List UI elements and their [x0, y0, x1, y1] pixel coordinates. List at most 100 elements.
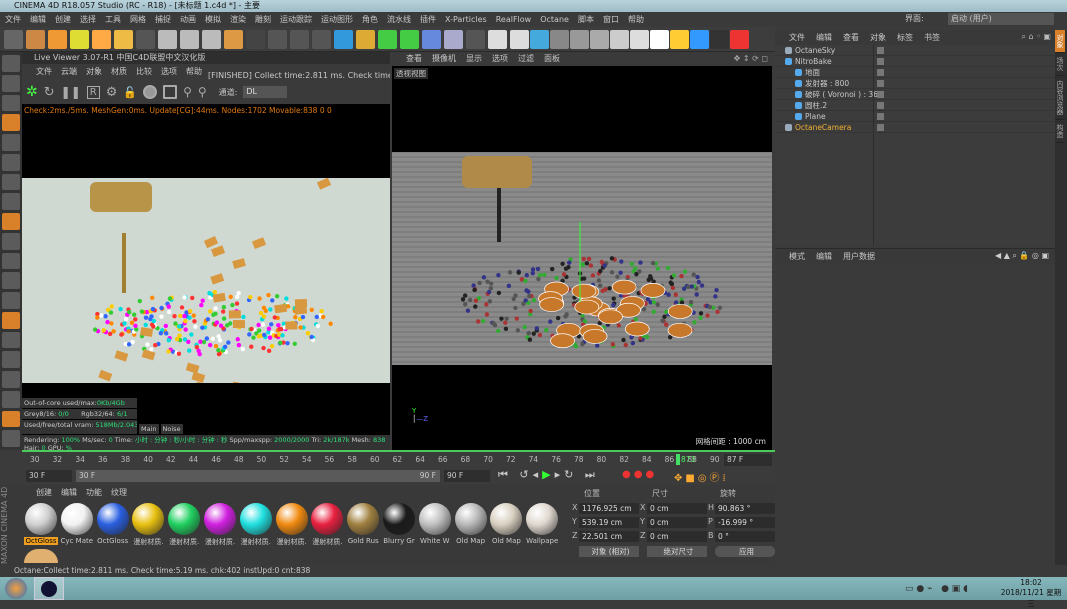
size-y-field[interactable]: 0 cm	[647, 517, 707, 528]
om-menu-item-0[interactable]: 文件	[789, 30, 805, 45]
mode-tool-button[interactable]	[2, 351, 20, 368]
clock-date[interactable]: 2018/11/21 星期三	[1000, 587, 1062, 609]
mode-tool-button[interactable]	[2, 232, 20, 250]
lv-menu-item-6[interactable]: 帮助	[186, 64, 202, 80]
apply-button[interactable]: 应用	[715, 546, 775, 557]
lv-menu-item-1[interactable]: 云端	[61, 64, 77, 80]
menu-item-14[interactable]: 流水线	[387, 12, 411, 27]
material-swatch[interactable]: 漫射材质.	[310, 502, 344, 547]
size-z-field[interactable]: 0 cm	[647, 531, 707, 542]
toolbar-button[interactable]	[202, 30, 221, 49]
material-swatch[interactable]: Cyc Mate	[60, 502, 94, 545]
object-row[interactable]: NitroBake	[775, 56, 1055, 67]
noise-button[interactable]: Noise	[160, 424, 183, 434]
viewport-menu-item-4[interactable]: 过滤	[518, 52, 534, 66]
mode-tool-button[interactable]	[2, 311, 20, 329]
start-render-icon[interactable]: ✲	[26, 84, 38, 100]
mode-tool-button[interactable]	[2, 153, 20, 171]
viewport-menu-item-2[interactable]: 显示	[466, 52, 482, 66]
pause-icon[interactable]: ❚❚	[61, 85, 81, 99]
position-x-field[interactable]: 1176.925 cm	[579, 503, 639, 514]
menu-item-9[interactable]: 渲染	[230, 12, 246, 27]
lv-menu-item-2[interactable]: 对象	[86, 64, 102, 80]
menu-item-0[interactable]: 文件	[5, 12, 21, 27]
timeline-ruler[interactable]: 30 32 34 36 38 40 42 44 46 48 50 52 54 56 58 60 62 64 66 68…	[22, 450, 775, 467]
material-icon[interactable]	[143, 85, 158, 99]
region-icon[interactable]: R	[86, 85, 100, 99]
search-icon[interactable]: ⌕ ⌂ ◦ ▣	[1022, 32, 1051, 42]
mode-tool-button[interactable]	[2, 114, 20, 131]
mode-tool-button[interactable]	[2, 390, 20, 408]
clock-time[interactable]: 18:02	[1000, 578, 1062, 587]
menu-item-12[interactable]: 运动图形	[321, 12, 353, 27]
menu-item-20[interactable]: 窗口	[603, 12, 619, 27]
end-frame-field[interactable]: 90 F	[444, 470, 490, 482]
attr-menu-item-0[interactable]: 模式	[789, 249, 805, 264]
toolbar-button[interactable]	[378, 30, 397, 49]
material-swatch[interactable]	[24, 549, 58, 563]
mode-tool-button[interactable]	[2, 252, 20, 270]
side-tab-0[interactable]: 对象	[1055, 30, 1065, 53]
toolbar-button[interactable]	[136, 30, 155, 49]
toolbar-button[interactable]	[114, 30, 133, 49]
mode-tool-button[interactable]	[2, 55, 20, 72]
object-row[interactable]: 破碎 ( Voronoi ) : 36	[775, 89, 1055, 100]
toolbar-button[interactable]	[180, 30, 199, 49]
material-swatch[interactable]: Old Map	[454, 502, 488, 545]
current-frame-field[interactable]: 87 F	[724, 454, 772, 466]
mode-tool-button[interactable]	[2, 173, 20, 191]
object-row[interactable]: 圆柱.2	[775, 100, 1055, 111]
menu-item-18[interactable]: Octane	[540, 12, 569, 27]
om-menu-item-5[interactable]: 书签	[924, 30, 940, 45]
main-button[interactable]: Main	[139, 424, 159, 434]
menu-item-16[interactable]: X-Particles	[445, 12, 487, 27]
toolbar-button[interactable]	[4, 30, 23, 49]
taskbar-cinema4d[interactable]	[34, 577, 64, 600]
tray-icons[interactable]: ▭ ● ⌁ ● ▣ ◖	[905, 584, 968, 594]
material-swatch[interactable]: 漫射材质.	[203, 502, 237, 547]
lv-menu-item-0[interactable]: 文件	[36, 64, 52, 80]
position-z-field[interactable]: 22.501 cm	[579, 531, 639, 542]
side-tab-2[interactable]: 内容浏览器	[1055, 76, 1065, 120]
toolbar-button[interactable]	[92, 30, 111, 49]
material-swatch[interactable]: 漫射材质.	[131, 502, 165, 547]
toolbar-button[interactable]	[290, 30, 309, 49]
toolbar-button[interactable]	[488, 30, 507, 49]
toolbar-button[interactable]	[70, 30, 89, 49]
menu-item-3[interactable]: 选择	[80, 12, 96, 27]
mat-menu-item-1[interactable]: 编辑	[61, 485, 77, 500]
om-menu-item-3[interactable]: 对象	[870, 30, 886, 45]
octane-toolbar-button[interactable]	[530, 30, 549, 49]
toolbar-button[interactable]	[334, 30, 353, 49]
layout-select[interactable]: 启动 (用户)	[948, 13, 1054, 25]
octane-toolbar-button[interactable]	[590, 30, 609, 49]
material-swatch[interactable]: Wallpape	[525, 502, 559, 545]
playhead[interactable]	[676, 454, 680, 465]
menu-item-17[interactable]: RealFlow	[496, 12, 532, 27]
mode-tool-button[interactable]	[2, 74, 20, 92]
octane-toolbar-button[interactable]	[610, 30, 629, 49]
mode-tool-button[interactable]	[2, 213, 20, 230]
octane-toolbar-button[interactable]	[550, 30, 569, 49]
toolbar-button[interactable]	[246, 30, 265, 49]
viewport-menu-item-0[interactable]: 查看	[406, 52, 422, 66]
mode-tool-button[interactable]	[2, 193, 20, 210]
start-button[interactable]	[5, 578, 27, 599]
om-menu-item-4[interactable]: 标签	[897, 30, 913, 45]
transport-buttons[interactable]: ⏮ ↺◂▶▸↻ ⏭	[498, 468, 599, 482]
mode-tool-button[interactable]	[2, 371, 20, 388]
visibility-toggle[interactable]	[877, 69, 884, 76]
menu-item-4[interactable]: 工具	[105, 12, 121, 27]
channel-select[interactable]: DL	[243, 86, 288, 98]
lv-menu-item-5[interactable]: 选项	[161, 64, 177, 80]
material-swatch[interactable]: Old Map	[489, 502, 523, 545]
mode-tool-button[interactable]	[2, 94, 20, 112]
material-swatch[interactable]: Blurry Gr	[382, 502, 416, 545]
lv-menu-item-4[interactable]: 比较	[136, 64, 152, 80]
toolbar-button[interactable]	[444, 30, 463, 49]
menu-item-6[interactable]: 捕捉	[155, 12, 171, 27]
side-tab-1[interactable]: 场次	[1055, 53, 1065, 76]
toolbar-button[interactable]	[466, 30, 485, 49]
menu-item-5[interactable]: 网格	[130, 12, 146, 27]
material-swatch[interactable]: White W	[418, 502, 452, 545]
